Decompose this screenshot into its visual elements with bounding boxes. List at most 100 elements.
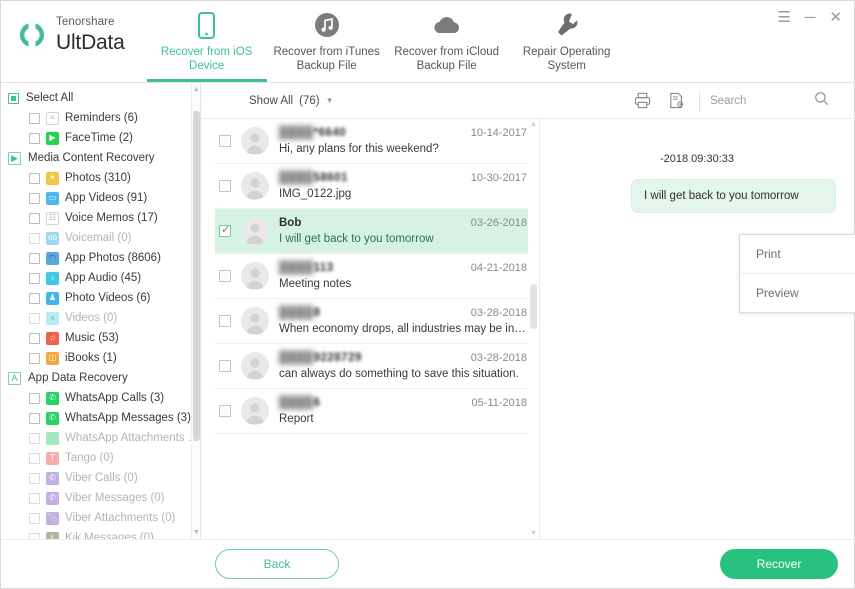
sidebar-item-music[interactable]: ♫Music (53) — [1, 328, 200, 348]
sidebar-item-viber-messages[interactable]: ✆Viber Messages (0) — [1, 488, 200, 508]
viber-calls-icon: ✆ — [46, 472, 59, 485]
sidebar-item-label: Voice Memos (17) — [65, 212, 158, 224]
export-document-icon[interactable] — [659, 84, 693, 118]
sidebar-item-whatsapp-attachments[interactable]: 📎WhatsApp Attachments (0) — [1, 428, 200, 448]
ultdata-logo-icon — [17, 20, 47, 50]
select-all-checkbox[interactable] — [8, 93, 19, 104]
minimize-button[interactable]: ─ — [805, 10, 816, 25]
message-date: 03-28-2018 — [471, 307, 527, 319]
search-icon[interactable] — [814, 91, 829, 111]
tab-repair-operating-system[interactable]: Repair Operating System — [507, 1, 627, 82]
menu-item-preview[interactable]: Preview — [740, 274, 855, 312]
sidebar-item-kik-messages[interactable]: kKik Messages (0) — [1, 528, 200, 539]
item-checkbox[interactable] — [29, 353, 40, 364]
close-button[interactable]: ✕ — [829, 10, 842, 25]
menu-button[interactable]: ☰ — [777, 10, 790, 25]
ibooks-icon: ◫ — [46, 352, 59, 365]
sidebar-item-ibooks[interactable]: ◫iBooks (1) — [1, 348, 200, 368]
sidebar-group-app-data-recovery[interactable]: AApp Data Recovery — [1, 368, 200, 388]
brand-logo: Tenorshare UltData — [1, 1, 125, 53]
item-checkbox[interactable] — [29, 393, 40, 404]
message-row[interactable]: ████*664010-14-2017Hi, any plans for thi… — [215, 119, 539, 164]
message-bubble: I will get back to you tomorrow — [631, 179, 836, 213]
sidebar-item-videos[interactable]: »Videos (0) — [1, 308, 200, 328]
message-checkbox[interactable] — [219, 270, 231, 282]
item-checkbox[interactable] — [29, 313, 40, 324]
wrench-icon — [555, 10, 579, 40]
item-checkbox[interactable] — [29, 273, 40, 284]
sidebar-item-viber-attachments[interactable]: 📎Viber Attachments (0) — [1, 508, 200, 528]
item-checkbox[interactable] — [29, 513, 40, 524]
sidebar-item-whatsapp-calls[interactable]: ✆WhatsApp Calls (3) — [1, 388, 200, 408]
message-checkbox[interactable] — [219, 180, 231, 192]
message-checkbox[interactable] — [219, 225, 231, 237]
sidebar-item-whatsapp-messages[interactable]: ✆WhatsApp Messages (3) — [1, 408, 200, 428]
sidebar: Select All ≡Reminders (6)▶FaceTime (2)▶M… — [1, 83, 201, 539]
message-checkbox[interactable] — [219, 315, 231, 327]
sidebar-item-app-audio[interactable]: ♁App Audio (45) — [1, 268, 200, 288]
message-row[interactable]: ████5860110-30-2017IMG_0122.jpg — [215, 164, 539, 209]
whatsapp-calls-icon: ✆ — [46, 392, 59, 405]
sidebar-item-viber-calls[interactable]: ✆Viber Calls (0) — [1, 468, 200, 488]
sidebar-scroll-thumb[interactable] — [193, 111, 200, 441]
back-button[interactable]: Back — [215, 549, 339, 579]
sidebar-scrollbar[interactable]: ▲ ▼ — [191, 83, 200, 539]
item-checkbox[interactable] — [29, 473, 40, 484]
message-row[interactable]: ████605-11-2018Report — [215, 389, 539, 434]
sidebar-item-photos[interactable]: ✶Photos (310) — [1, 168, 200, 188]
message-checkbox[interactable] — [219, 360, 231, 372]
scroll-down-icon[interactable]: ▼ — [193, 529, 200, 536]
sidebar-item-voicemail[interactable]: ooVoicemail (0) — [1, 228, 200, 248]
show-all-dropdown[interactable]: Show All (76) ▼ — [249, 95, 333, 107]
sidebar-item-photo-videos[interactable]: ♟Photo Videos (6) — [1, 288, 200, 308]
item-checkbox[interactable] — [29, 493, 40, 504]
message-text: ████5860110-30-2017IMG_0122.jpg — [279, 172, 527, 200]
message-row[interactable]: ████11304-21-2018Meeting notes — [215, 254, 539, 299]
scroll-up-icon[interactable]: ▲ — [530, 121, 537, 128]
item-checkbox[interactable] — [29, 533, 40, 540]
item-checkbox[interactable] — [29, 193, 40, 204]
message-checkbox[interactable] — [219, 405, 231, 417]
item-checkbox[interactable] — [29, 173, 40, 184]
recover-button[interactable]: Recover — [720, 549, 838, 579]
list-scroll-thumb[interactable] — [530, 284, 537, 329]
item-checkbox[interactable] — [29, 213, 40, 224]
item-checkbox[interactable] — [29, 233, 40, 244]
item-checkbox[interactable] — [29, 433, 40, 444]
tab-recover-from-ios-device[interactable]: Recover from iOS Device — [147, 1, 267, 82]
message-row[interactable]: Bob03-26-2018I will get back to you tomo… — [215, 209, 539, 254]
item-checkbox[interactable] — [29, 113, 40, 124]
sidebar-item-tango[interactable]: TTango (0) — [1, 448, 200, 468]
item-checkbox[interactable] — [29, 453, 40, 464]
window-controls: ☰ ─ ✕ — [777, 10, 842, 25]
message-checkbox[interactable] — [219, 135, 231, 147]
search-input[interactable] — [710, 95, 814, 107]
search-box[interactable] — [710, 91, 840, 111]
tab-recover-from-icloud-backup[interactable]: Recover from iCloud Backup File — [387, 1, 507, 82]
tab-recover-from-itunes-backup[interactable]: Recover from iTunes Backup File — [267, 1, 387, 82]
message-row[interactable]: ████922872903-28-2018can always do somet… — [215, 344, 539, 389]
sidebar-item-facetime[interactable]: ▶FaceTime (2) — [1, 128, 200, 148]
scroll-up-icon[interactable]: ▲ — [193, 86, 200, 93]
sidebar-item-app-photos[interactable]: ◠App Photos (8606) — [1, 248, 200, 268]
item-checkbox[interactable] — [29, 333, 40, 344]
menu-item-print[interactable]: Print — [740, 235, 855, 273]
item-checkbox[interactable] — [29, 293, 40, 304]
sidebar-item-app-videos[interactable]: ▭App Videos (91) — [1, 188, 200, 208]
message-text: ████11304-21-2018Meeting notes — [279, 262, 527, 290]
sidebar-select-all[interactable]: Select All — [1, 88, 200, 108]
item-checkbox[interactable] — [29, 133, 40, 144]
sidebar-item-voice-memos[interactable]: ☷Voice Memos (17) — [1, 208, 200, 228]
sidebar-item-label: Viber Attachments (0) — [65, 512, 175, 524]
item-checkbox[interactable] — [29, 413, 40, 424]
scroll-down-icon[interactable]: ▼ — [530, 530, 537, 537]
viber-messages-icon: ✆ — [46, 492, 59, 505]
avatar-icon — [241, 262, 269, 290]
printer-icon[interactable] — [625, 84, 659, 118]
item-checkbox[interactable] — [29, 253, 40, 264]
message-preview: Report — [279, 413, 527, 425]
message-row[interactable]: ████803-28-2018When economy drops, all i… — [215, 299, 539, 344]
sidebar-group-media-content-recovery[interactable]: ▶Media Content Recovery — [1, 148, 200, 168]
sidebar-item-reminders[interactable]: ≡Reminders (6) — [1, 108, 200, 128]
message-list-scrollbar[interactable]: ▲ ▼ — [528, 119, 539, 539]
